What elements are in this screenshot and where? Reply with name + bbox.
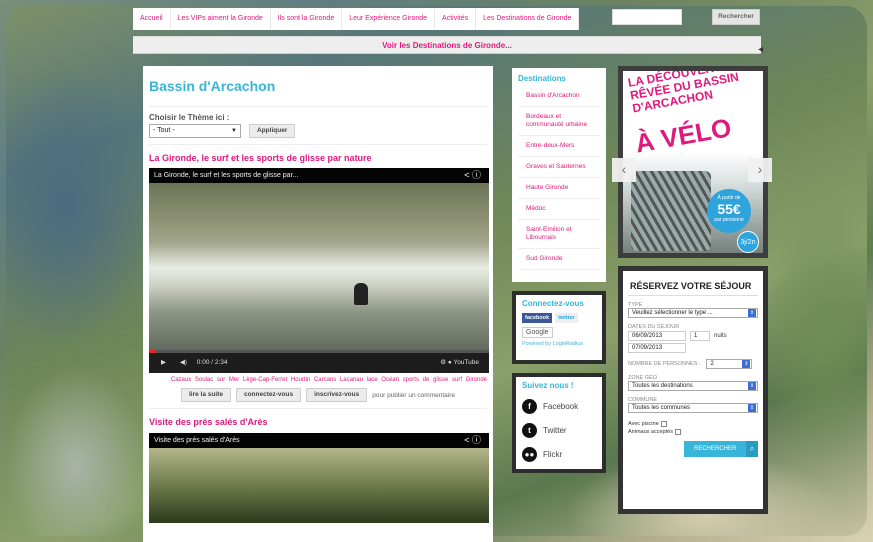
nights-label: nuits xyxy=(714,333,727,339)
read-more-button[interactable]: lire la suite xyxy=(180,388,231,402)
theme-select-value: - Tout - xyxy=(153,127,175,134)
connect-box: Connectez-vous facebook twitter Google P… xyxy=(512,291,606,364)
dropdown-arrow-icon: ⇕ xyxy=(742,360,751,368)
chevron-right-icon[interactable]: › xyxy=(748,158,772,182)
duration-badge: 3j/2n xyxy=(737,231,759,253)
dropdown-arrow-icon: ⇕ xyxy=(748,404,756,412)
search-icon: ⌕ xyxy=(746,441,758,457)
flickr-link[interactable]: ●● Flickr xyxy=(522,447,596,462)
facebook-link[interactable]: f Facebook xyxy=(522,399,596,414)
twitter-link[interactable]: t Twitter xyxy=(522,423,596,438)
tag-list[interactable]: Cazaux Soulac sur Mer Lège-Cap-Ferret Ho… xyxy=(149,377,487,383)
google-login-button[interactable]: Google xyxy=(522,327,553,338)
nav-experience[interactable]: Leur Expérience Gironde xyxy=(342,8,436,30)
caret-left-icon: ◀ xyxy=(758,47,763,53)
reservation-title: RÉSERVEZ VOTRE SÉJOUR xyxy=(628,277,758,296)
date-from-input[interactable]: 06/09/2013 xyxy=(628,331,686,341)
zone-select[interactable]: Toutes les destinations ⇕ xyxy=(628,381,758,391)
volume-icon[interactable]: ◀) xyxy=(180,359,187,366)
promo-title: À VÉLO xyxy=(633,112,734,159)
video-time: 0:00 / 2:34 xyxy=(196,359,228,366)
follow-title: Suivez nous ! xyxy=(522,381,574,390)
theme-select[interactable]: - Tout - ▼ xyxy=(149,124,241,138)
video-controls: ▶ ◀) 0:00 / 2:34 ⚙ ● YouTube xyxy=(149,353,489,373)
top-nav: Accueil Les VIPs aiment la Gironde Ils s… xyxy=(133,8,580,30)
video-frame xyxy=(149,448,489,523)
powered-by-link[interactable]: Powered by LoginRadius xyxy=(522,341,596,347)
destinations-title: Destinations xyxy=(518,74,567,83)
chevron-left-icon[interactable]: ‹ xyxy=(612,158,636,182)
twitter-login-button[interactable]: twitter xyxy=(555,313,578,323)
nav-ils-sont[interactable]: Ils sont la Gironde xyxy=(271,8,343,30)
video-title: Visite des prés salés d'Arès xyxy=(149,433,489,448)
youtube-icon[interactable]: ⚙ ● YouTube xyxy=(440,353,479,373)
facebook-login-button[interactable]: facebook xyxy=(522,313,553,323)
nav-destinations[interactable]: Les Destinations de Gironde xyxy=(476,8,580,30)
destination-item[interactable]: Sud Gironde xyxy=(518,249,600,270)
divider xyxy=(149,408,487,409)
commune-select[interactable]: Toutes les communes ⇕ xyxy=(628,403,758,413)
price-badge: À partir de 55€ par personne xyxy=(707,189,751,233)
share-icon[interactable]: < ⓘ xyxy=(464,168,481,183)
twitter-icon: t xyxy=(522,423,537,438)
apply-button[interactable]: Appliquer xyxy=(249,124,296,138)
people-label: NOMBRE DE PERSONNES : xyxy=(628,361,701,367)
destinations-panel: Destinations Bassin d'Arcachon Bordeaux … xyxy=(512,68,606,282)
dropdown-arrow-icon: ⇕ xyxy=(748,309,756,317)
reservation-form: RÉSERVEZ VOTRE SÉJOUR TYPE Veuillez séle… xyxy=(618,266,768,514)
destination-item[interactable]: Graves et Sauternes xyxy=(518,157,600,178)
pool-checkbox[interactable]: Avec piscine xyxy=(628,421,758,427)
search-button[interactable]: Rechercher xyxy=(712,9,760,25)
main-content: Bassin d'Arcachon Choisir le Thème ici :… xyxy=(143,66,493,542)
login-button[interactable]: connectez-vous xyxy=(235,388,302,402)
video-player[interactable]: Visite des prés salés d'Arès < ⓘ xyxy=(149,433,489,523)
destination-item[interactable]: Saint-Emilion et Libournais xyxy=(518,220,600,249)
article-title[interactable]: Visite des prés salés d'Arès xyxy=(149,417,487,427)
video-player[interactable]: La Gironde, le surf et les sports de gli… xyxy=(149,168,489,373)
play-icon[interactable]: ▶ xyxy=(161,359,166,366)
dropdown-arrow-icon: ⇕ xyxy=(748,382,756,390)
comment-note: pour publier un commentaire xyxy=(372,391,455,399)
promo-headline: LA DÉCOUVERTE RÊVÉE DU BASSIN D'ARCACHON xyxy=(626,71,740,116)
nights-input[interactable]: 1 xyxy=(690,331,710,341)
search-input[interactable] xyxy=(612,9,682,25)
video-frame xyxy=(149,183,489,353)
promo-banner[interactable]: LA DÉCOUVERTE RÊVÉE DU BASSIN D'ARCACHON… xyxy=(618,66,768,258)
people-select[interactable]: 2 ⇕ xyxy=(706,359,753,369)
destination-item[interactable]: Entre-deux-Mers xyxy=(518,136,600,157)
video-title: La Gironde, le surf et les sports de gli… xyxy=(149,168,489,183)
destination-item[interactable]: Bassin d'Arcachon xyxy=(518,86,600,107)
divider xyxy=(149,106,487,107)
nav-activites[interactable]: Activités xyxy=(435,8,477,30)
destination-item[interactable]: Bordeaux et communauté urbaine xyxy=(518,107,600,136)
flickr-icon: ●● xyxy=(522,447,537,462)
type-select[interactable]: Veuillez sélectionner le type ... ⇕ xyxy=(628,308,758,318)
nav-vips[interactable]: Les VIPs aiment la Gironde xyxy=(171,8,271,30)
page-title: Bassin d'Arcachon xyxy=(149,78,276,94)
share-icon[interactable]: < ⓘ xyxy=(464,433,481,448)
destinations-bar[interactable]: Voir les Destinations de Gironde... ◀ xyxy=(133,36,763,54)
surfer-image xyxy=(354,283,368,305)
article-title[interactable]: La Gironde, le surf et les sports de gli… xyxy=(149,153,487,163)
destination-item[interactable]: Haute Gironde xyxy=(518,178,600,199)
bikes-image xyxy=(631,171,711,251)
divider xyxy=(149,144,487,145)
dropdown-arrow-icon: ▼ xyxy=(231,128,237,134)
destinations-bar-label: Voir les Destinations de Gironde... xyxy=(382,41,512,50)
register-button[interactable]: inscrivez-vous xyxy=(306,388,368,402)
theme-label: Choisir le Thème ici : xyxy=(149,113,230,122)
facebook-icon: f xyxy=(522,399,537,414)
dates-label: DATES DU SÉJOUR xyxy=(628,324,680,330)
pets-checkbox[interactable]: Animaux acceptés xyxy=(628,429,758,435)
nav-accueil[interactable]: Accueil xyxy=(133,8,171,30)
connect-title: Connectez-vous xyxy=(522,299,584,308)
follow-box: Suivez nous ! f Facebook t Twitter ●● Flick… xyxy=(512,373,606,473)
date-to-input[interactable]: 07/09/2013 xyxy=(628,343,686,353)
destination-item[interactable]: Médoc xyxy=(518,199,600,220)
search-submit-button[interactable]: RECHERCHER ⌕ xyxy=(684,441,758,457)
